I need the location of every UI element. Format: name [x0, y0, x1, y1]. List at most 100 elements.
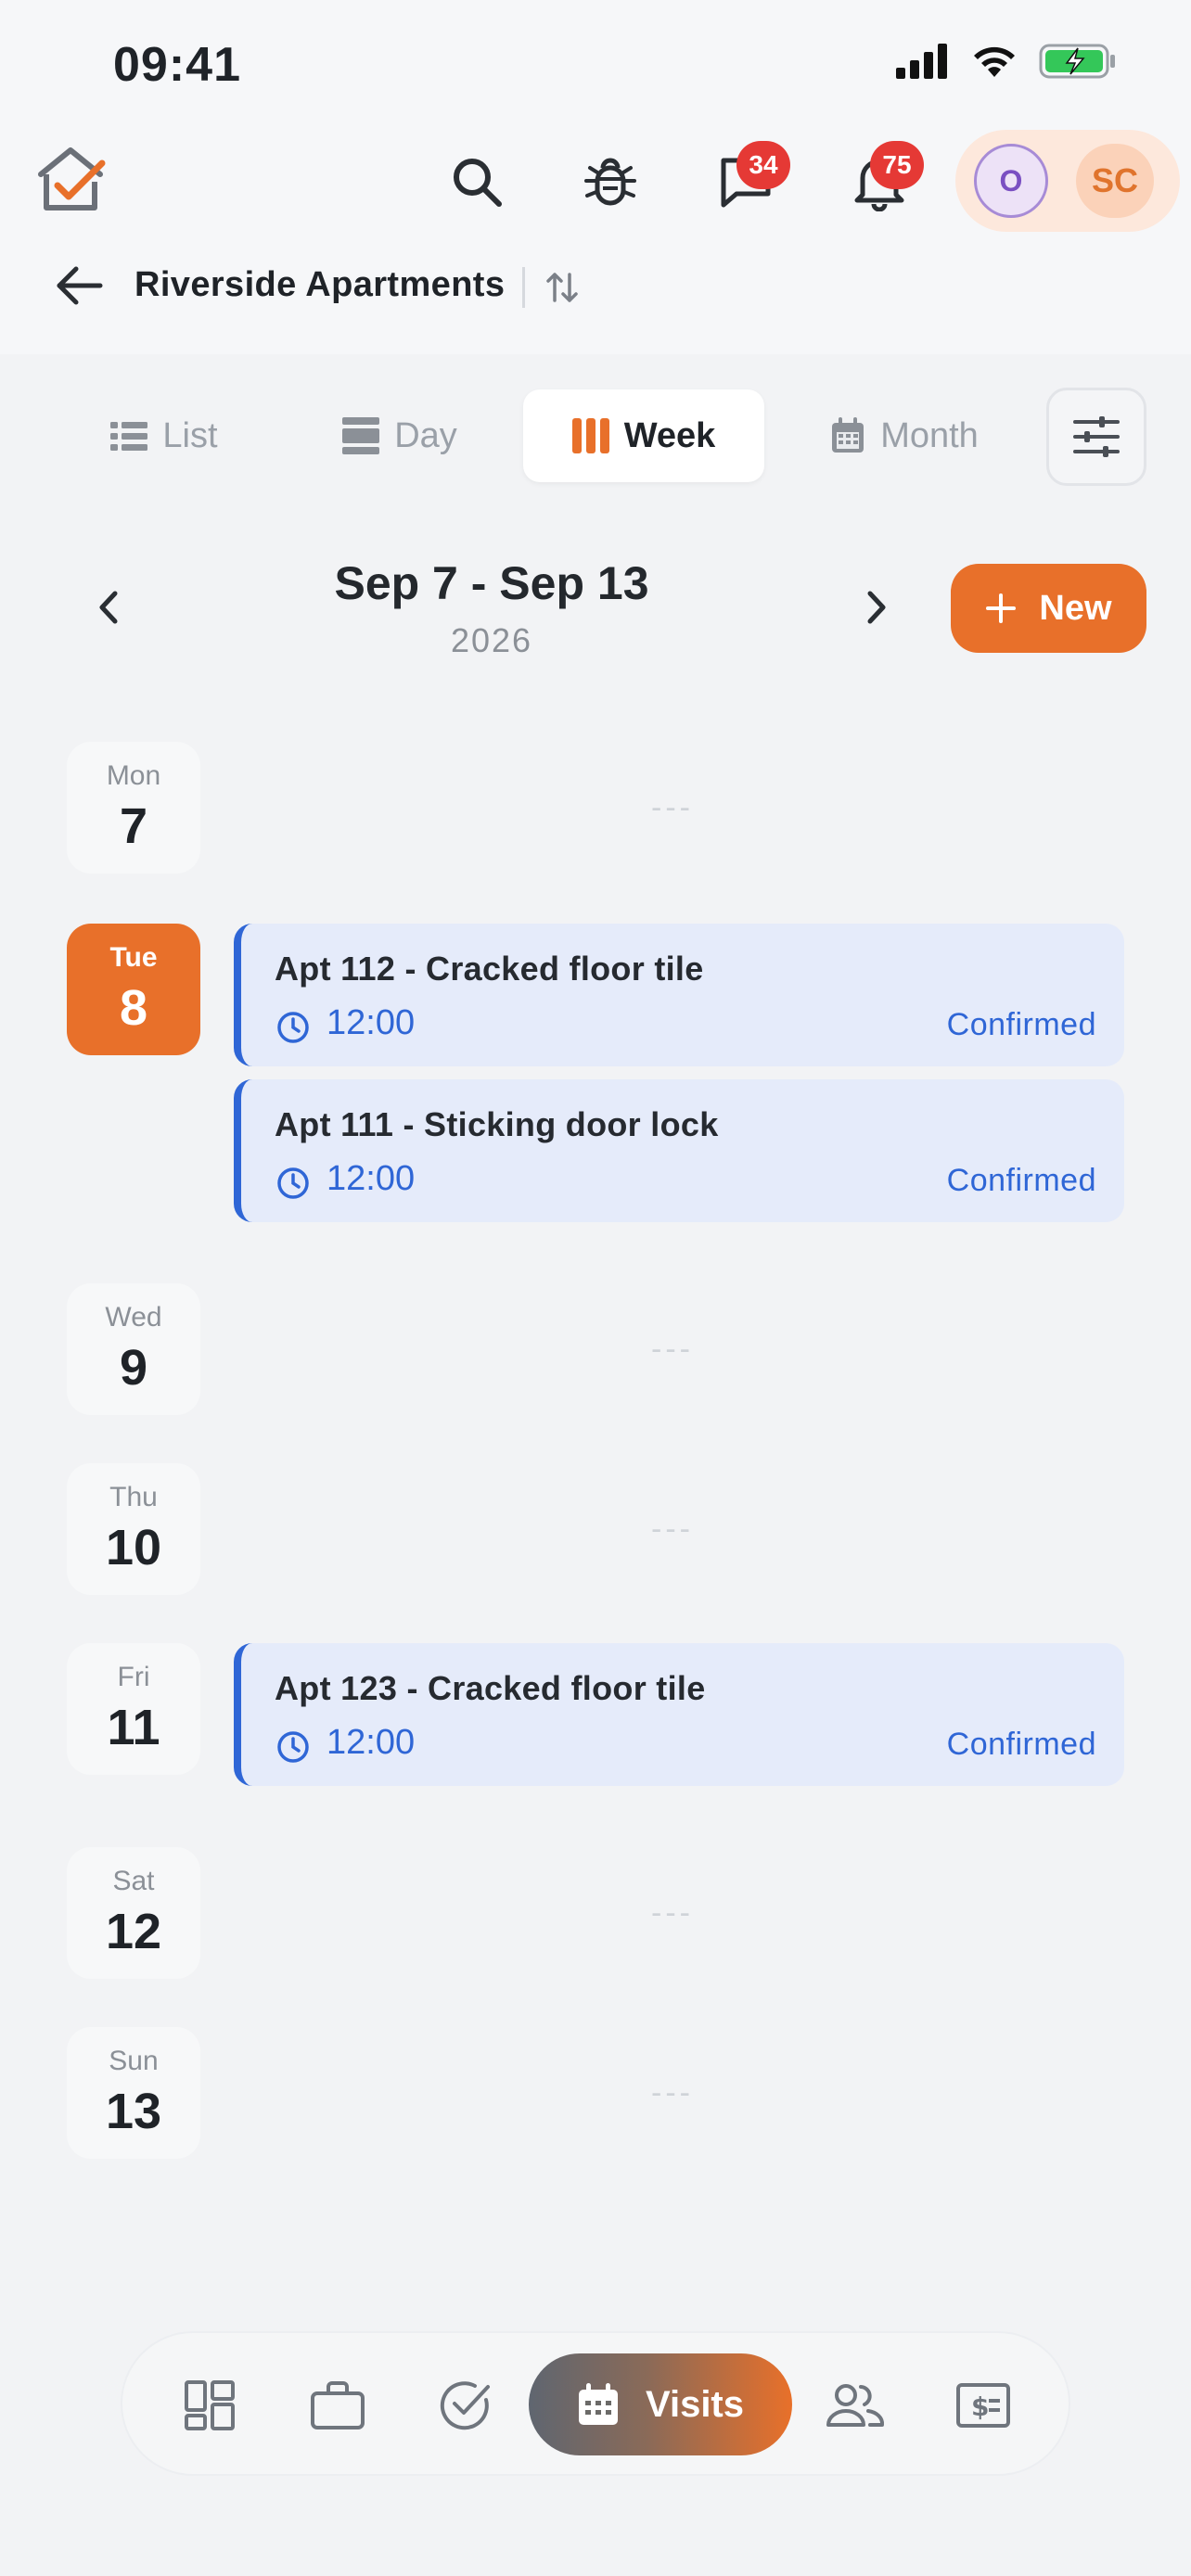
notifications-badge: 75: [870, 141, 924, 189]
wifi-icon: [974, 46, 1015, 77]
tab-week[interactable]: Week: [523, 389, 764, 482]
dashboard-icon: [185, 2380, 235, 2430]
visit-title: Apt 111 - Sticking door lock: [275, 1105, 719, 1143]
week-range-title: Sep 7 - Sep 13: [334, 557, 649, 609]
visit-status: Confirmed: [946, 1163, 1096, 1198]
nav-visits-active[interactable]: Visits: [529, 2353, 792, 2455]
day-number: 12: [105, 1904, 162, 1959]
check-circle-icon: [440, 2381, 490, 2430]
day-name: Fri: [117, 1662, 150, 1692]
visit-card[interactable]: Apt 111 - Sticking door lock 12:00 Confi…: [234, 1079, 1124, 1222]
visit-card[interactable]: Apt 123 - Cracked floor tile 12:00 Confi…: [234, 1643, 1124, 1786]
status-time: 09:41: [113, 38, 241, 92]
week-range-year: 2026: [450, 621, 533, 659]
property-title[interactable]: Riverside Apartments: [134, 265, 505, 305]
day-name: Tue: [109, 942, 158, 973]
day-name: Mon: [106, 760, 161, 791]
new-visit-button[interactable]: New: [951, 564, 1146, 653]
day-name: Sat: [112, 1866, 155, 1896]
nav-visits-label: Visits: [646, 2383, 744, 2425]
day-number: 10: [105, 1520, 162, 1575]
app-screen: 09:41 34 75 O SC Riverside Apartments Li…: [0, 0, 1191, 2576]
day-number: 13: [105, 2084, 162, 2139]
title-divider: [522, 267, 525, 308]
nav-jobs[interactable]: [301, 2368, 375, 2442]
visit-status: Confirmed: [946, 1727, 1096, 1762]
day-fri[interactable]: Fri 11: [67, 1643, 200, 1775]
no-events-marker: ---: [651, 1511, 694, 1547]
nav-billing[interactable]: $: [946, 2368, 1020, 2442]
signal-icon: [896, 44, 947, 79]
visit-time: 12:00: [327, 1003, 416, 1042]
tab-day-label: Day: [394, 415, 457, 455]
avatar[interactable]: SC: [1076, 144, 1154, 218]
messages-badge: 34: [736, 141, 790, 189]
bug-report-button[interactable]: [575, 147, 646, 217]
day-name: Wed: [105, 1302, 162, 1333]
people-icon: [826, 2384, 885, 2427]
day-sat[interactable]: Sat 12: [67, 1847, 200, 1979]
account-switcher[interactable]: O SC: [955, 130, 1180, 232]
svg-text:$: $: [971, 2391, 989, 2422]
day-view-icon: [342, 417, 380, 454]
tab-month-label: Month: [880, 415, 979, 455]
filter-button[interactable]: [1046, 388, 1146, 486]
clock-icon: [277, 1167, 309, 1199]
notifications-button[interactable]: 75: [844, 141, 924, 217]
visit-status: Confirmed: [946, 1007, 1096, 1042]
bottom-navigation: Visits $: [121, 2331, 1070, 2476]
day-tue-today[interactable]: Tue 8: [67, 924, 200, 1055]
app-logo-icon[interactable]: [33, 143, 108, 217]
avatar[interactable]: O: [974, 144, 1048, 218]
tab-week-label: Week: [623, 415, 716, 455]
week-view-icon: [571, 418, 609, 453]
no-events-marker: ---: [651, 1895, 694, 1931]
messages-button[interactable]: 34: [711, 141, 790, 217]
visit-title: Apt 112 - Cracked floor tile: [275, 950, 704, 988]
chevron-right-icon[interactable]: [852, 584, 898, 631]
nav-tasks[interactable]: [429, 2368, 503, 2442]
day-number: 9: [119, 1340, 148, 1396]
visit-time: 12:00: [327, 1723, 416, 1762]
no-events-marker: ---: [651, 790, 694, 825]
day-number: 11: [107, 1700, 160, 1755]
tab-month[interactable]: Month: [788, 389, 1020, 482]
chevron-left-icon[interactable]: [87, 584, 134, 631]
back-arrow-icon[interactable]: [54, 265, 106, 306]
calendar-icon: [832, 417, 864, 453]
sliders-icon: [1073, 416, 1120, 457]
clock-icon: [277, 1731, 309, 1763]
nav-dashboard[interactable]: [173, 2368, 247, 2442]
search-button[interactable]: [442, 147, 512, 217]
invoice-dollar-icon: $: [956, 2383, 1010, 2428]
day-thu[interactable]: Thu 10: [67, 1463, 200, 1595]
top-header-area: 09:41 34 75 O SC Riverside Apartments: [0, 0, 1191, 354]
day-number: 8: [119, 980, 148, 1036]
bug-icon: [584, 158, 636, 206]
day-name: Thu: [109, 1482, 158, 1512]
visit-card[interactable]: Apt 112 - Cracked floor tile 12:00 Confi…: [234, 924, 1124, 1066]
plus-icon: [986, 593, 1017, 623]
status-icons: [896, 43, 1117, 80]
day-mon[interactable]: Mon 7: [67, 742, 200, 874]
day-number: 7: [119, 798, 148, 854]
no-events-marker: ---: [651, 2075, 694, 2111]
briefcase-icon: [311, 2381, 365, 2429]
tab-list-label: List: [162, 415, 218, 455]
day-sun[interactable]: Sun 13: [67, 2027, 200, 2159]
nav-people[interactable]: [818, 2368, 892, 2442]
swap-vertical-icon[interactable]: [544, 269, 581, 306]
visit-time: 12:00: [327, 1159, 416, 1198]
day-wed[interactable]: Wed 9: [67, 1283, 200, 1415]
battery-icon: [1039, 44, 1115, 79]
clock-icon: [277, 1012, 309, 1043]
calendar-icon: [579, 2383, 618, 2425]
visit-title: Apt 123 - Cracked floor tile: [275, 1669, 706, 1707]
tab-list[interactable]: List: [67, 389, 262, 482]
new-visit-label: New: [1039, 588, 1112, 628]
search-icon: [454, 159, 502, 207]
no-events-marker: ---: [651, 1332, 694, 1367]
day-name: Sun: [109, 2046, 159, 2076]
tab-day[interactable]: Day: [302, 389, 497, 482]
list-icon: [110, 422, 148, 451]
